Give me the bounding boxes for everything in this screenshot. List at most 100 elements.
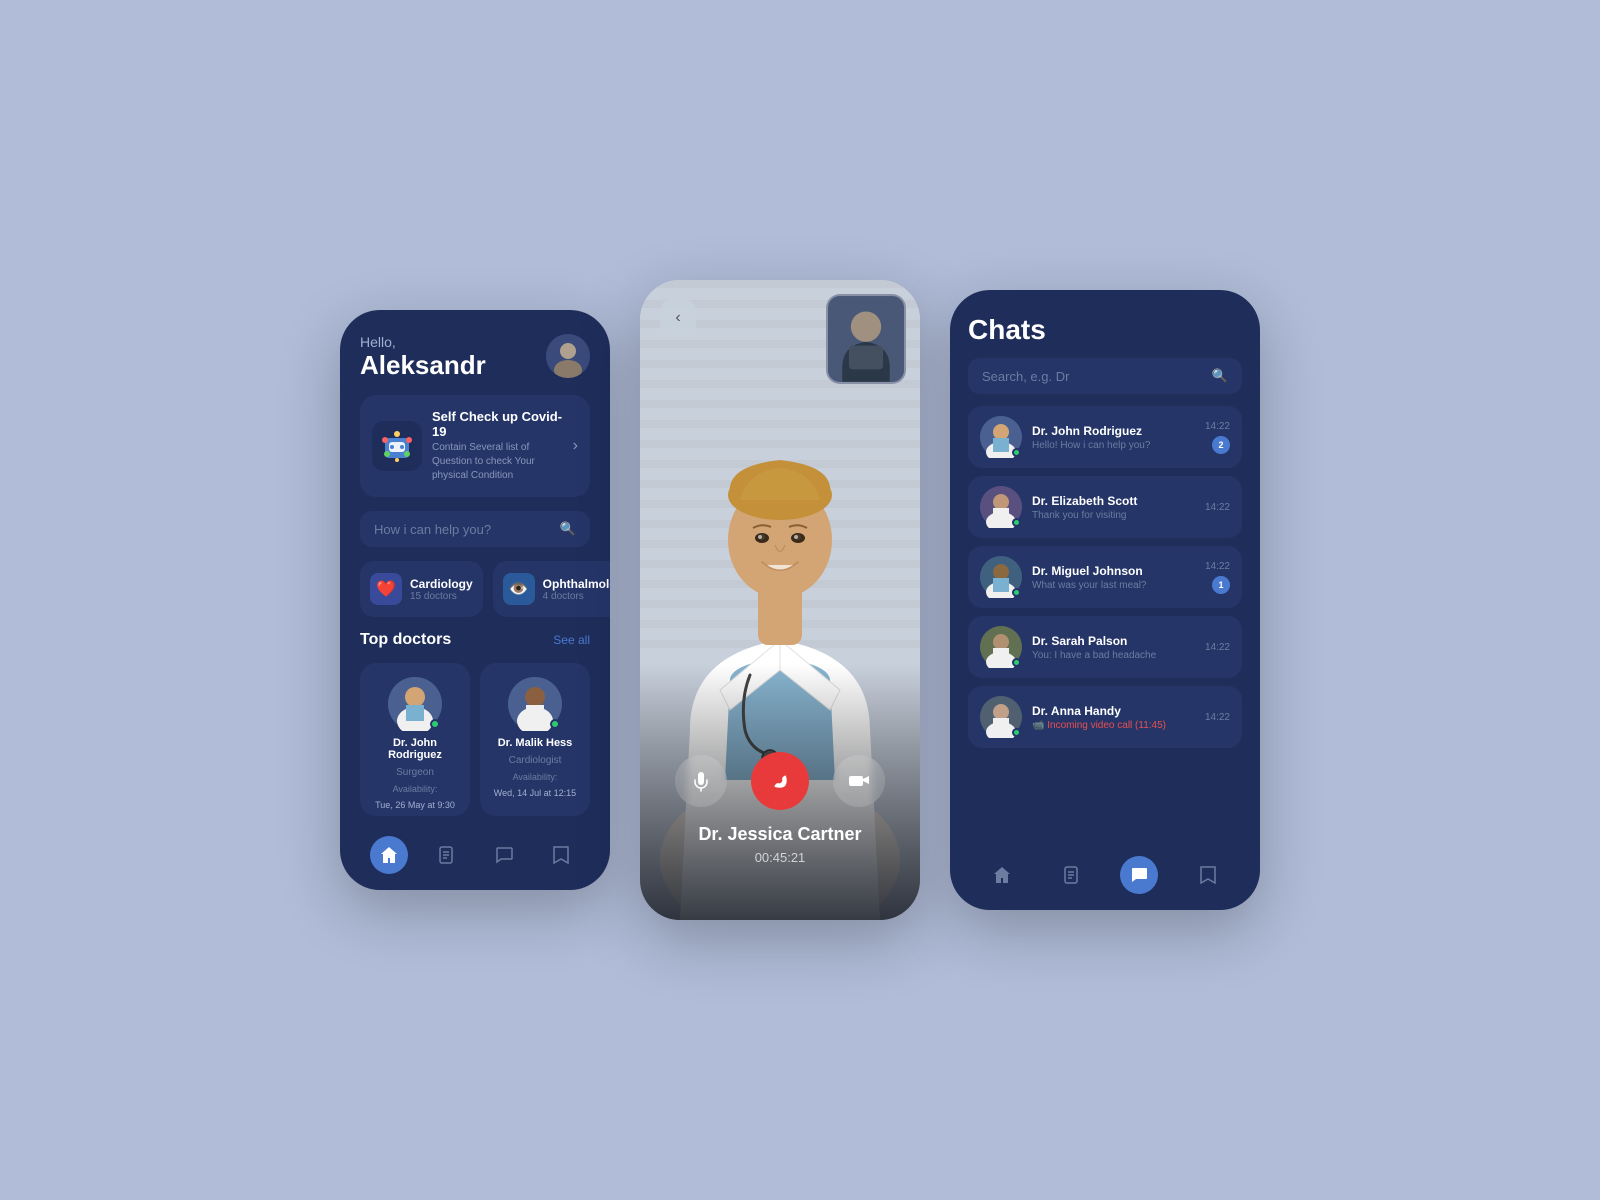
search-placeholder: How i can help you? [374,522,491,537]
chat-info-3: Dr. Miguel Johnson What was your last me… [1032,564,1195,591]
doctor-avatar-1 [388,677,442,731]
avail-time-2: Wed, 14 Jul at 12:15 [494,788,576,798]
home-header-text: Hello, Aleksandr [360,334,486,381]
online-dot-2 [1012,518,1021,527]
online-dot-5 [1012,728,1021,737]
home-header: Hello, Aleksandr [360,334,590,381]
avail-time-1: Tue, 26 May at 9:30 [375,800,455,810]
nav-home[interactable] [370,836,408,874]
doctor-avatar-2 [508,677,562,731]
user-name: Aleksandr [360,350,486,381]
doctor-specialty-2: Cardiologist [509,755,562,766]
cardiology-count: 15 doctors [410,591,473,602]
chat-search-placeholder: Search, e.g. Dr [982,369,1069,384]
end-call-button[interactable] [751,752,809,810]
chat-time-2: 14:22 [1205,502,1230,513]
video-pip [826,294,906,384]
chat-search[interactable]: Search, e.g. Dr 🔍 [968,358,1242,394]
ophthalmology-name: Ophthalmology [543,577,610,591]
doctor-card-1[interactable]: Dr. John Rodriguez Surgeon Availability:… [360,663,470,816]
chat-time-3: 14:22 [1205,561,1230,572]
chat-avatar-2 [980,486,1022,528]
chats-nav-chat[interactable] [1120,856,1158,894]
covid-title: Self Check up Covid-19 [432,409,563,439]
covid-arrow-icon: › [573,437,578,455]
top-doctors-title: Top doctors [360,631,451,649]
category-ophthalmology[interactable]: 👁️ Ophthalmology 4 doctors [493,561,610,617]
video-call-text: Incoming video call (11:45) [1047,720,1166,731]
phone-home: Hello, Aleksandr [340,310,610,890]
video-back-button[interactable]: ‹ [660,300,696,336]
top-doctors-header: Top doctors See all [360,631,590,649]
chats-nav-home[interactable] [983,856,1021,894]
chat-name-2: Dr. Elizabeth Scott [1032,494,1195,508]
chat-item-3[interactable]: Dr. Miguel Johnson What was your last me… [968,546,1242,608]
chat-list: Dr. John Rodriguez Hello! How i can help… [968,406,1242,838]
category-cardiology[interactable]: ❤️ Cardiology 15 doctors [360,561,483,617]
mute-button[interactable] [675,755,727,807]
chat-name-5: Dr. Anna Handy [1032,704,1195,718]
chat-avatar-5 [980,696,1022,738]
camera-button[interactable] [833,755,885,807]
chat-preview-2: Thank you for visiting [1032,510,1195,521]
avail-label-2: Availability: [513,772,558,782]
doctor-name-2: Dr. Malik Hess [498,737,573,749]
chat-name-3: Dr. Miguel Johnson [1032,564,1195,578]
chat-preview-3: What was your last meal? [1032,580,1195,591]
chat-preview-1: Hello! How i can help you? [1032,440,1195,451]
chat-preview-4: You: I have a bad headache [1032,650,1195,661]
chats-nav-records[interactable] [1052,856,1090,894]
call-controls [640,752,920,810]
phone-chats: Chats Search, e.g. Dr 🔍 Dr. John Rodrigu… [950,290,1260,910]
chat-name-1: Dr. John Rodriguez [1032,424,1195,438]
chats-nav-saved[interactable] [1189,856,1227,894]
chat-time-5: 14:22 [1205,712,1230,723]
ophthalmology-text: Ophthalmology 4 doctors [543,577,610,602]
chat-item-1[interactable]: Dr. John Rodriguez Hello! How i can help… [968,406,1242,468]
chat-info-5: Dr. Anna Handy 📹 Incoming video call (11… [1032,704,1195,731]
chat-item-4[interactable]: Dr. Sarah Palson You: I have a bad heada… [968,616,1242,678]
home-search[interactable]: How i can help you? 🔍 [360,511,590,547]
chat-badge-1: 2 [1212,436,1230,454]
chat-info-4: Dr. Sarah Palson You: I have a bad heada… [1032,634,1195,661]
online-dot-3 [1012,588,1021,597]
chats-bottom-nav [968,850,1242,894]
cardiology-text: Cardiology 15 doctors [410,577,473,602]
chat-preview-5: 📹 Incoming video call (11:45) [1032,720,1195,731]
back-icon: ‹ [675,309,680,327]
home-bottom-nav [360,830,590,874]
covid-card[interactable]: Self Check up Covid-19 Contain Several l… [360,395,590,497]
ophthalmology-icon: 👁️ [503,573,535,605]
chat-item-2[interactable]: Dr. Elizabeth Scott Thank you for visiti… [968,476,1242,538]
online-dot-4 [1012,658,1021,667]
online-indicator-1 [430,719,440,729]
cardiology-name: Cardiology [410,577,473,591]
chat-meta-5: 14:22 [1205,712,1230,723]
see-all-link[interactable]: See all [553,633,590,647]
doctor-card-2[interactable]: Dr. Malik Hess Cardiologist Availability… [480,663,590,816]
greeting-text: Hello, [360,334,486,350]
chat-meta-3: 14:22 1 [1205,561,1230,594]
ophthalmology-count: 4 doctors [543,591,610,602]
nav-saved[interactable] [542,836,580,874]
call-duration: 00:45:21 [640,850,920,865]
online-dot-1 [1012,448,1021,457]
cardiology-icon: ❤️ [370,573,402,605]
covid-card-text: Self Check up Covid-19 Contain Several l… [432,409,563,483]
chat-item-5[interactable]: Dr. Anna Handy 📹 Incoming video call (11… [968,686,1242,748]
user-avatar[interactable] [546,334,590,378]
chat-meta-1: 14:22 2 [1205,421,1230,454]
chat-search-icon: 🔍 [1212,368,1228,384]
doctor-name-1: Dr. John Rodriguez [370,737,460,761]
chat-name-4: Dr. Sarah Palson [1032,634,1195,648]
nav-chat[interactable] [485,836,523,874]
chat-time-4: 14:22 [1205,642,1230,653]
chat-avatar-3 [980,556,1022,598]
chats-title: Chats [968,314,1242,346]
chat-avatar-1 [980,416,1022,458]
phone-video: ‹ [640,280,920,920]
search-icon: 🔍 [560,521,576,537]
nav-records[interactable] [427,836,465,874]
chat-meta-2: 14:22 [1205,502,1230,513]
chat-info-1: Dr. John Rodriguez Hello! How i can help… [1032,424,1195,451]
